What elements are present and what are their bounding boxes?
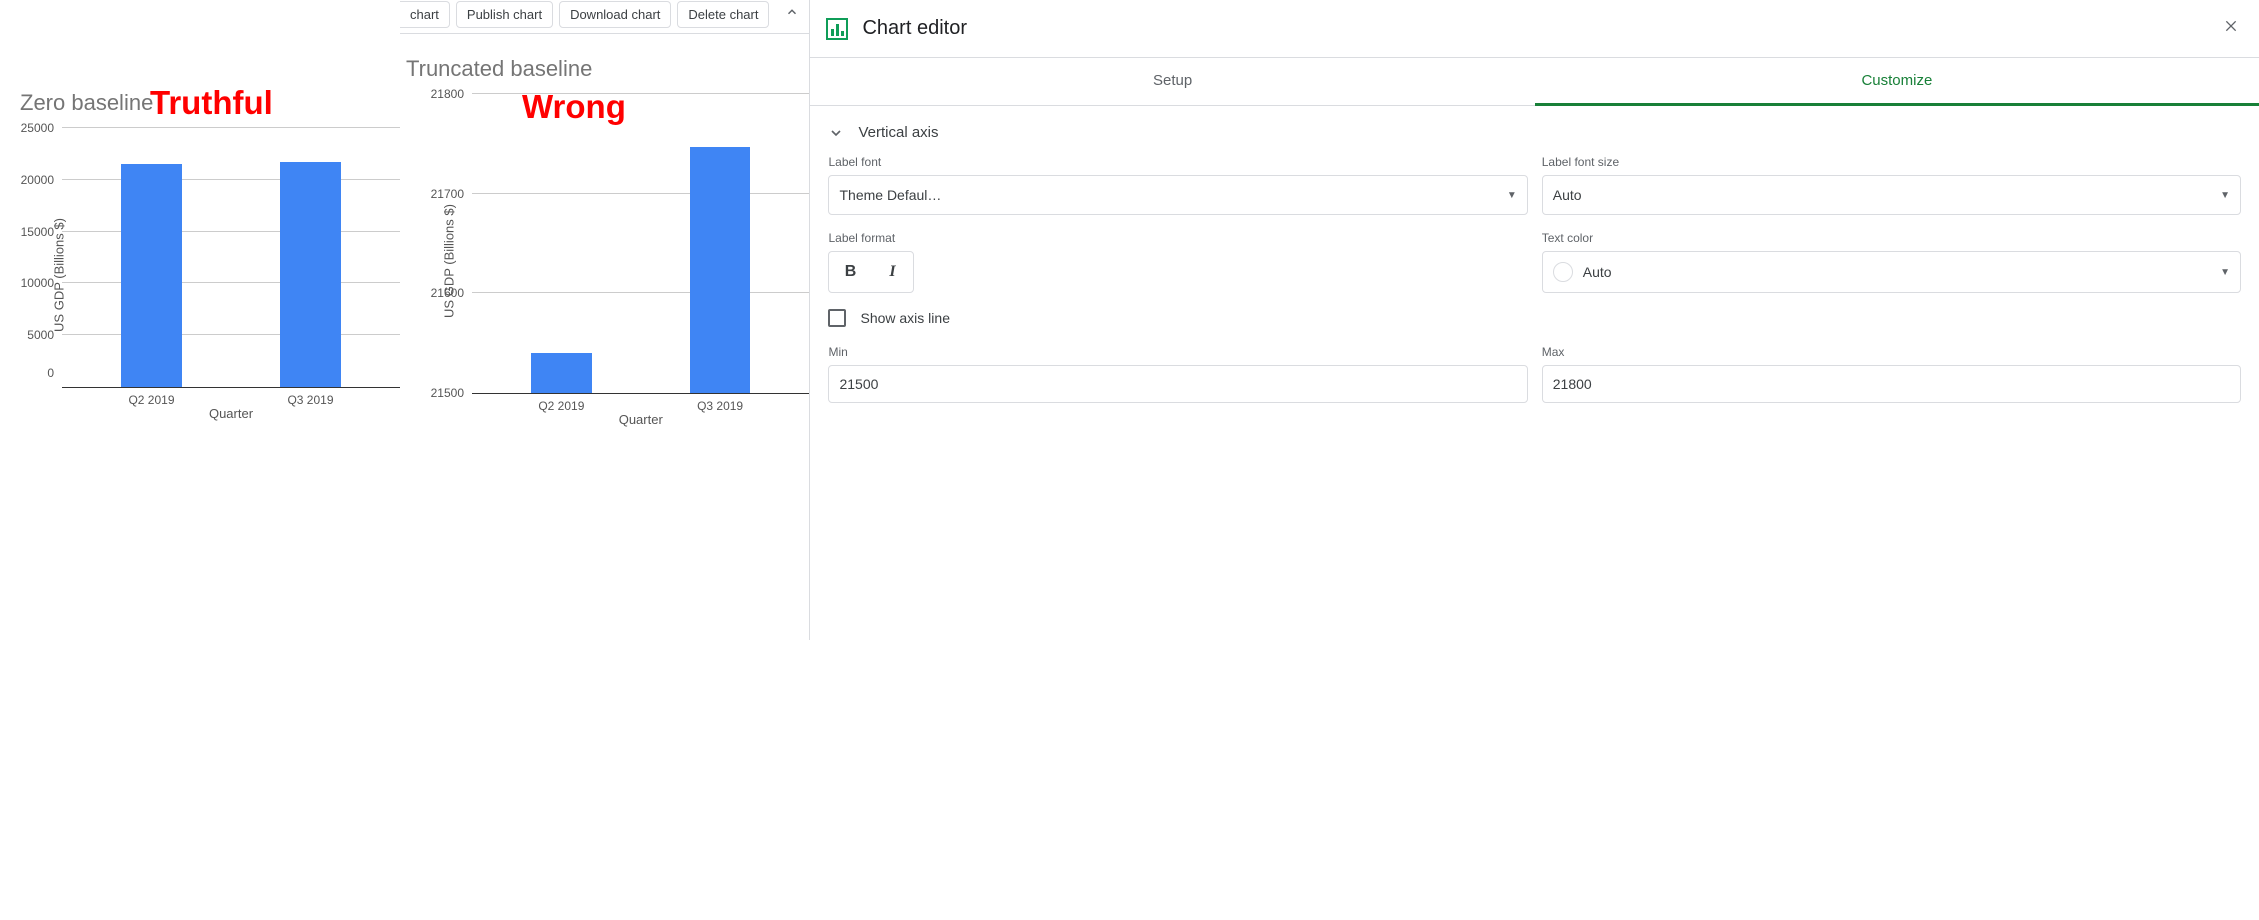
section-vertical-axis[interactable]: Vertical axis xyxy=(828,118,2241,155)
chart-title-mid: Truncated baseline xyxy=(406,56,592,81)
chart-editor-panel: Chart editor Setup Customize Vertical ax… xyxy=(809,0,2259,640)
min-label: Min xyxy=(828,345,1527,359)
chevron-up-icon xyxy=(785,5,799,19)
bar-q3-left xyxy=(280,162,340,387)
annotation-truthful: Truthful xyxy=(150,84,273,122)
download-chart-button[interactable]: Download chart xyxy=(559,1,671,28)
max-input[interactable] xyxy=(1542,365,2241,403)
bar-q2-left xyxy=(121,164,181,387)
italic-button[interactable]: I xyxy=(871,252,913,292)
bar-q3-mid xyxy=(690,147,750,393)
color-swatch-icon xyxy=(1553,262,1573,282)
close-button[interactable] xyxy=(2219,14,2243,43)
plot-area-left: 25000 20000 15000 10000 5000 0 Q2 2019 Q… xyxy=(62,128,400,388)
caret-down-icon: ▼ xyxy=(2220,190,2230,201)
tab-customize[interactable]: Customize xyxy=(1535,58,2259,106)
y-axis-label-mid: US GDP (Billions $) xyxy=(441,204,456,318)
label-format-label: Label format xyxy=(828,231,1527,245)
label-font-size-select[interactable]: Auto ▼ xyxy=(1542,175,2241,215)
editor-tabs: Setup Customize xyxy=(810,58,2259,106)
chart-truncated-baseline: chart Publish chart Download chart Delet… xyxy=(400,0,809,640)
chart-title-left: Zero baseline xyxy=(20,90,153,115)
collapse-toolbar-button[interactable] xyxy=(775,0,809,30)
tab-setup[interactable]: Setup xyxy=(810,58,1534,105)
show-axis-line-label: Show axis line xyxy=(860,310,950,326)
chart-editor-title: Chart editor xyxy=(862,17,2205,40)
x-axis-label-left: Quarter xyxy=(62,406,400,421)
label-font-select[interactable]: Theme Defaul… ▼ xyxy=(828,175,1527,215)
caret-down-icon: ▼ xyxy=(2220,267,2230,278)
bar-q2-mid xyxy=(531,353,591,393)
caret-down-icon: ▼ xyxy=(1507,190,1517,201)
label-format-group: B I xyxy=(828,251,914,293)
chart-editor-icon xyxy=(826,18,848,40)
show-axis-line-checkbox[interactable] xyxy=(828,309,846,327)
publish-chart-button[interactable]: Publish chart xyxy=(456,1,553,28)
bold-button[interactable]: B xyxy=(829,252,871,292)
chart-toolbar: chart Publish chart Download chart Delet… xyxy=(400,0,809,34)
chevron-down-icon xyxy=(828,125,844,141)
text-color-select[interactable]: Auto ▼ xyxy=(1542,251,2241,293)
label-font-size-label: Label font size xyxy=(1542,155,2241,169)
text-color-label: Text color xyxy=(1542,231,2241,245)
plot-area-mid: 21800 21700 21600 21500 Q2 2019 Q3 2019 xyxy=(472,94,809,394)
min-input[interactable] xyxy=(828,365,1527,403)
label-font-label: Label font xyxy=(828,155,1527,169)
delete-chart-button[interactable]: Delete chart xyxy=(677,1,769,28)
max-label: Max xyxy=(1542,345,2241,359)
x-axis-label-mid: Quarter xyxy=(472,412,809,427)
chart-button-partial[interactable]: chart xyxy=(400,1,450,28)
close-icon xyxy=(2223,18,2239,34)
chart-zero-baseline: Zero baseline Truthful US GDP (Billions … xyxy=(0,0,400,640)
